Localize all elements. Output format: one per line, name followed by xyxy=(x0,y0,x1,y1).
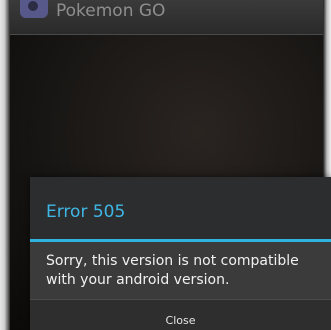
device-bezel-left xyxy=(0,0,10,330)
dialog-button-bar: Close xyxy=(30,299,331,330)
dialog-title: Error 505 xyxy=(46,202,126,222)
app-title-bar: Pokemon GO xyxy=(10,0,323,35)
close-button[interactable]: Close xyxy=(30,300,331,330)
app-icon xyxy=(20,0,48,18)
error-dialog: Error 505 Sorry, this version is not com… xyxy=(30,177,331,330)
dialog-header: Error 505 xyxy=(30,177,331,239)
phone-screen: Pokemon GO Error 505 Sorry, this version… xyxy=(0,0,331,330)
app-title: Pokemon GO xyxy=(56,1,166,21)
dialog-message: Sorry, this version is not compatible wi… xyxy=(46,253,299,288)
dialog-body: Sorry, this version is not compatible wi… xyxy=(30,242,331,299)
